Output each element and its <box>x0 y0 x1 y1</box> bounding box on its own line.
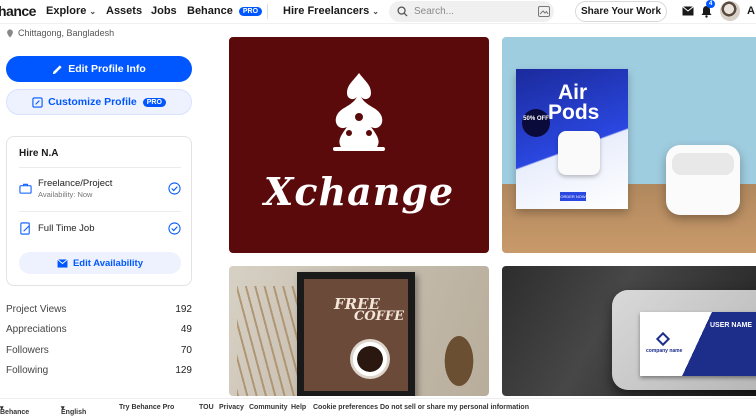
location-text: Chittagong, Bangladesh <box>18 28 115 38</box>
search-icon <box>397 6 408 17</box>
project-tile-airpods[interactable]: Air Pods 50% OFF ORDER NOW <box>502 37 756 253</box>
stat-label: Appreciations <box>6 324 67 336</box>
mail-icon[interactable] <box>682 4 694 18</box>
behance-logo[interactable]: hance <box>0 3 36 19</box>
pro-badge: PRO <box>238 6 263 16</box>
coffee-poster-frame: FREE COFFE <box>297 272 415 396</box>
nav-behance-label: Behance <box>187 5 233 17</box>
card-logo-icon <box>655 331 671 347</box>
share-your-work-button[interactable]: Share Your Work <box>575 1 667 22</box>
hire-card-divider <box>19 211 181 212</box>
nav-explore-label: Explore <box>46 5 87 17</box>
customize-profile-button[interactable]: Customize Profile PRO <box>6 89 192 115</box>
coffee-poster: FREE COFFE <box>304 279 408 391</box>
stat-label: Following <box>6 364 49 376</box>
adobe-logo[interactable]: A <box>747 5 755 17</box>
profile-location: Chittagong, Bangladesh <box>6 28 114 38</box>
dried-plants-decoration <box>237 286 297 396</box>
chevron-down-icon: ⌄ <box>372 6 379 16</box>
profile-stats: Project Views 192 Appreciations 49 Followe… <box>6 304 192 385</box>
nav-hire-label: Hire Freelancers <box>283 5 370 17</box>
check-circle-icon <box>168 182 181 195</box>
edit-availability-button[interactable]: Edit Availability <box>19 252 181 274</box>
airpods-case-large <box>666 145 740 215</box>
footer: Behance ▾ English ▾ Try Behance Pro TOU … <box>0 398 756 417</box>
stat-label: Followers <box>6 344 49 356</box>
project-tile-xchange[interactable]: Xchange <box>229 37 489 253</box>
footer-do-not-sell-link[interactable]: Do not sell or share my personal informa… <box>380 404 529 411</box>
check-circle-icon <box>168 222 181 235</box>
hire-card: Hire N.A Freelance/Project Availability:… <box>6 136 192 286</box>
document-edit-icon <box>20 222 30 235</box>
footer-language-label: English <box>61 409 87 416</box>
stat-value: 70 <box>180 344 192 356</box>
xchange-title: Xchange <box>263 169 455 214</box>
avatar[interactable] <box>720 1 740 21</box>
airpods-poster: Air Pods 50% OFF ORDER NOW <box>516 69 628 209</box>
stat-value: 192 <box>175 304 192 315</box>
search-bar[interactable] <box>389 1 554 22</box>
notification-count-badge: 4 <box>706 0 716 8</box>
nav-divider <box>267 4 268 19</box>
chevron-down-icon: ⌄ <box>89 6 97 16</box>
footer-help-link[interactable]: Help <box>291 404 306 411</box>
hire-option-fulltime[interactable]: Full Time Job <box>19 222 181 235</box>
coffee-cup <box>350 339 390 379</box>
edit-profile-button[interactable]: Edit Profile Info <box>6 56 192 82</box>
mail-icon <box>57 258 68 268</box>
card-company-name: company name <box>646 348 683 354</box>
nav-jobs[interactable]: Jobs <box>151 5 177 17</box>
stat-row[interactable]: Following 129 <box>6 365 192 385</box>
project-tile-business-card[interactable]: company name USER NAME <box>502 266 756 396</box>
stat-row: Appreciations 49 <box>6 324 192 344</box>
stat-value: 129 <box>175 364 192 376</box>
hire-option-freelance[interactable]: Freelance/Project Availability: Now <box>19 178 181 199</box>
customize-icon <box>32 96 43 108</box>
stat-value: 49 <box>180 324 192 336</box>
footer-language-menu[interactable]: English ▾ <box>61 404 86 416</box>
edit-availability-label: Edit Availability <box>72 257 144 269</box>
project-tile-free-coffee[interactable]: FREE COFFE <box>229 266 489 396</box>
top-nav-bar: hance Explore ⌄ Assets Jobs Behance PRO … <box>0 0 756 24</box>
footer-behance-label: Behance <box>0 409 30 416</box>
freelance-availability: Availability: Now <box>38 190 93 199</box>
footer-community-link[interactable]: Community <box>249 404 288 411</box>
nav-assets[interactable]: Assets <box>106 5 142 17</box>
footer-cookie-link[interactable]: Cookie preferences <box>313 404 378 411</box>
footer-privacy-link[interactable]: Privacy <box>219 404 244 411</box>
airpods-case-small <box>558 131 600 175</box>
nav-hire-freelancers[interactable]: Hire Freelancers ⌄ <box>283 5 379 17</box>
xchange-artwork <box>333 73 385 151</box>
location-pin-icon <box>7 28 13 38</box>
nav-explore[interactable]: Explore ⌄ <box>46 5 96 17</box>
poster-title-coffe: COFFE <box>354 309 405 324</box>
footer-tou-link[interactable]: TOU <box>199 404 214 411</box>
stat-row[interactable]: Followers 70 <box>6 345 192 365</box>
footer-try-pro-link[interactable]: Try Behance Pro <box>119 404 174 411</box>
customize-profile-label: Customize Profile <box>48 96 137 108</box>
stat-label: Project Views <box>6 304 67 315</box>
footer-behance-menu[interactable]: Behance ▾ <box>0 404 29 416</box>
fulltime-label: Full Time Job <box>38 223 95 234</box>
briefcase-icon <box>19 183 32 194</box>
order-now-button: ORDER NOW <box>560 192 586 201</box>
business-card: company name USER NAME <box>640 312 756 376</box>
search-input[interactable] <box>414 6 524 17</box>
hire-card-divider <box>19 167 181 168</box>
poster-title-pods: Pods <box>548 101 600 124</box>
edit-profile-label: Edit Profile Info <box>68 63 146 75</box>
card-user-name: USER NAME <box>710 322 753 329</box>
case-lid <box>672 153 734 175</box>
image-search-icon[interactable] <box>538 6 550 17</box>
hire-card-title: Hire N.A <box>19 148 59 159</box>
sale-badge: 50% OFF <box>522 109 550 137</box>
pencil-icon <box>53 64 62 74</box>
freelance-label: Freelance/Project <box>38 178 113 189</box>
pro-badge: PRO <box>142 97 166 107</box>
nav-behance-pro[interactable]: Behance PRO <box>187 5 263 17</box>
pinecone-decoration <box>439 326 479 396</box>
stat-row: Project Views 192 <box>6 304 192 324</box>
